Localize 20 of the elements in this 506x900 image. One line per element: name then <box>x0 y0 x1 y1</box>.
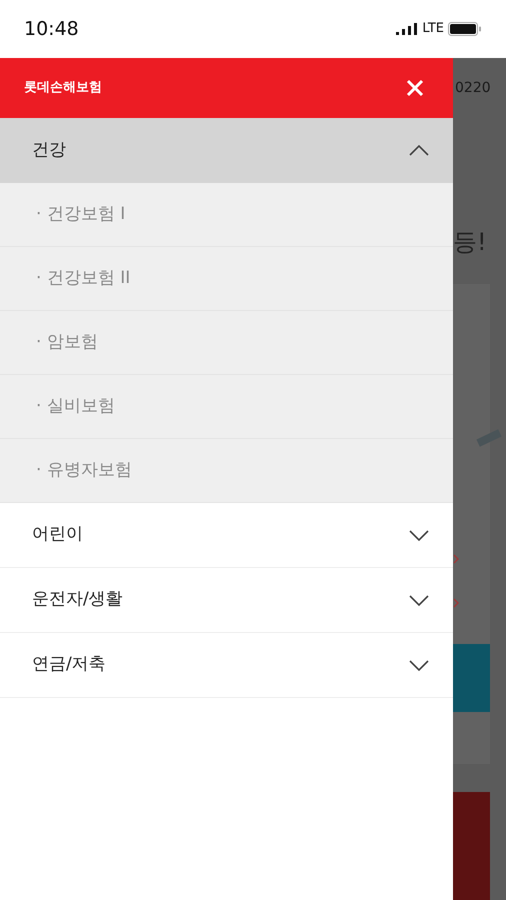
submenu-item[interactable]: · 암보험 <box>0 311 453 375</box>
submenu-item[interactable]: · 실비보험 <box>0 375 453 439</box>
menu-category[interactable]: 건강 <box>0 118 453 183</box>
network-label: LTE <box>422 20 444 38</box>
submenu-item[interactable]: · 유병자보험 <box>0 439 453 503</box>
page-headline: 등! <box>453 227 487 258</box>
chevron-up-icon <box>409 145 429 156</box>
chevron-right-icon <box>453 554 459 564</box>
page-header-text: 0220 <box>455 78 491 98</box>
signal-icon <box>396 23 418 35</box>
submenu-item[interactable]: · 건강보험 II <box>0 247 453 311</box>
chevron-right-icon <box>453 598 459 608</box>
submenu-item[interactable]: · 건강보험 Ⅰ <box>0 183 453 247</box>
close-icon <box>406 79 424 97</box>
chevron-down-icon <box>409 530 429 540</box>
status-time: 10:48 <box>24 16 79 42</box>
battery-icon <box>448 22 482 36</box>
chevron-down-icon <box>409 594 429 606</box>
chevron-down-icon <box>409 660 429 670</box>
brand-title: 롯데손해보험 <box>24 79 102 98</box>
